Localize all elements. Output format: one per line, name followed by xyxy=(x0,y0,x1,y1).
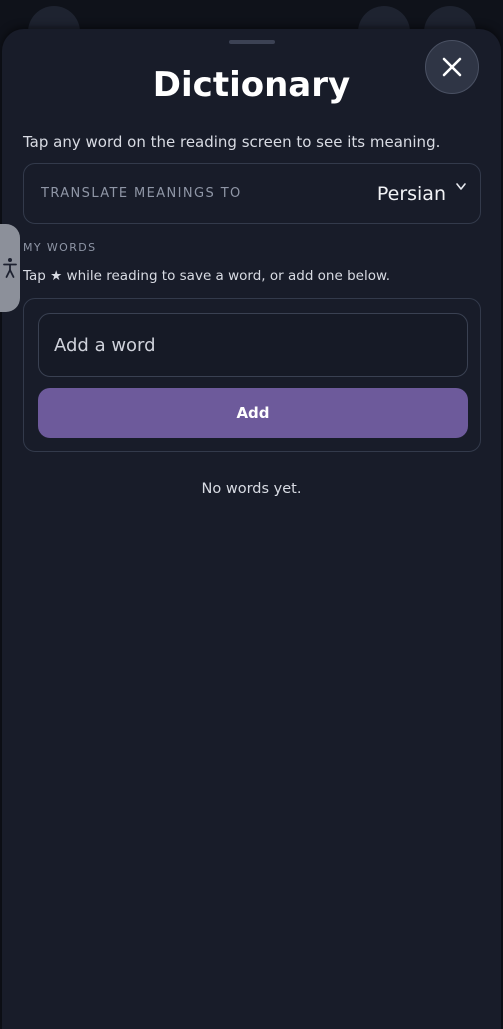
chevron-down-icon[interactable] xyxy=(455,181,467,193)
accessibility-button[interactable] xyxy=(0,224,20,312)
empty-words-message: No words yet. xyxy=(201,481,302,497)
translate-language-label: TRANSLATE MEANINGS TO xyxy=(41,186,242,201)
dictionary-sheet: Dictionary Tap any word on the reading s… xyxy=(2,29,501,1029)
add-word-input[interactable] xyxy=(38,313,468,377)
accessibility-icon xyxy=(3,258,17,278)
add-word-button[interactable]: Add xyxy=(38,388,468,438)
sheet-grab-handle[interactable] xyxy=(229,40,275,44)
my-words-heading: MY WORDS xyxy=(23,241,97,254)
add-word-panel: Add xyxy=(23,298,481,452)
translate-language-row[interactable]: TRANSLATE MEANINGS TO Persian xyxy=(23,163,481,224)
language-select[interactable]: Persian xyxy=(377,183,446,205)
my-words-hint: Tap ★ while reading to save a word, or a… xyxy=(23,268,391,284)
sheet-title: Dictionary xyxy=(152,65,351,105)
dictionary-hint: Tap any word on the reading screen to se… xyxy=(23,133,441,151)
